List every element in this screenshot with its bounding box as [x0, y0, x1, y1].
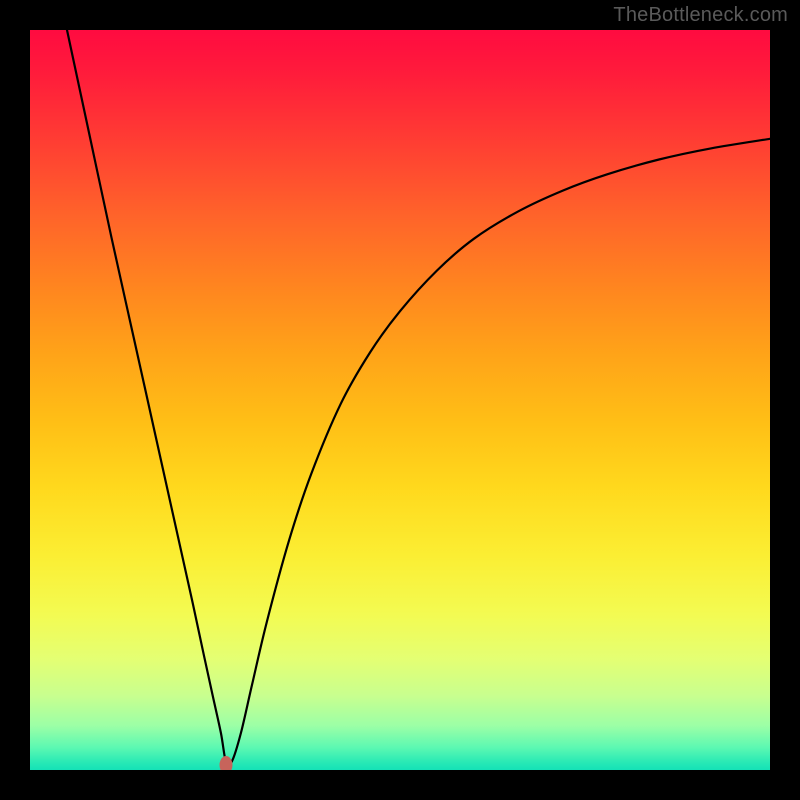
plot-area — [30, 30, 770, 770]
chart-frame: TheBottleneck.com — [0, 0, 800, 800]
bottleneck-curve — [67, 30, 770, 766]
curve-layer — [30, 30, 770, 770]
optimum-marker — [220, 756, 233, 770]
watermark-text: TheBottleneck.com — [613, 4, 788, 27]
